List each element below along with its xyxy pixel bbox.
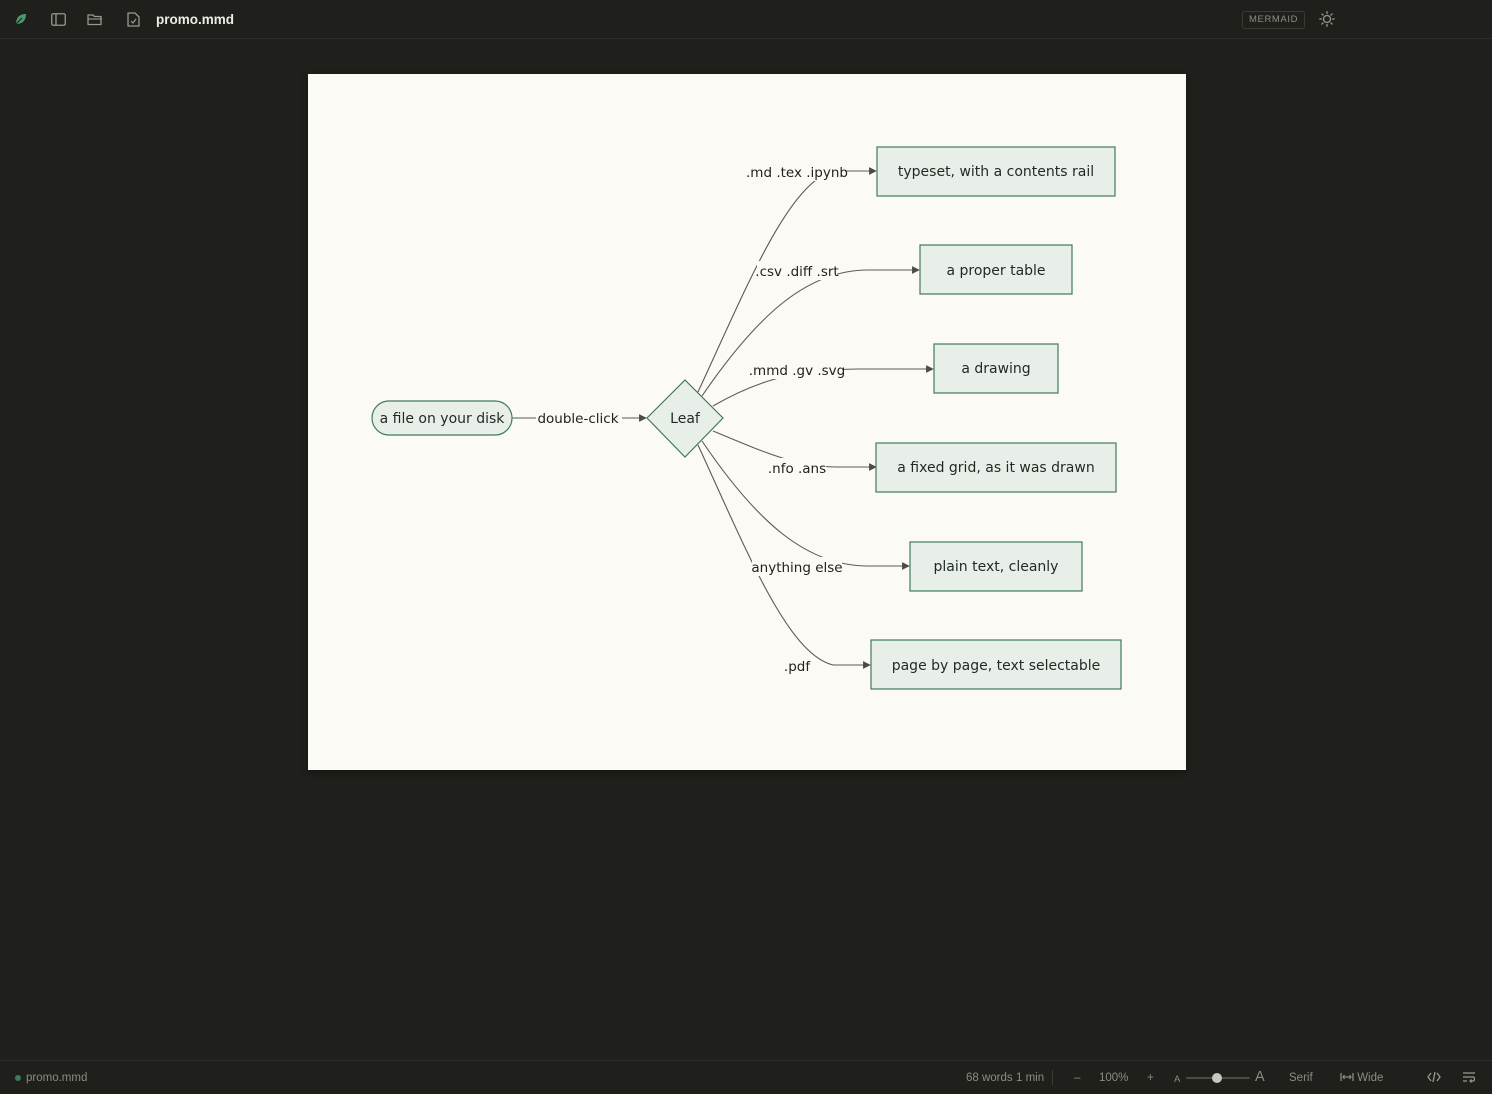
width-icon [1340, 1073, 1354, 1081]
word-count: 68 words [966, 1072, 1013, 1084]
font-size-slider-thumb[interactable] [1212, 1073, 1222, 1083]
font-size-large-label: A [1255, 1069, 1265, 1085]
branch-label-5: anything else [751, 560, 842, 576]
top-bar: promo.mmd MERMAID [0, 0, 1492, 39]
divider [1052, 1070, 1053, 1085]
target-node-4-label: a fixed grid, as it was drawn [897, 460, 1094, 476]
branch-label-2: .csv .diff .srt [755, 264, 838, 280]
target-node-3-label: a drawing [961, 361, 1030, 377]
target-node-2-label: a proper table [946, 263, 1045, 279]
reading-time: 1 min [1016, 1072, 1045, 1084]
branch-label-1: .md .tex .ipynb [746, 165, 848, 181]
sun-icon[interactable] [1319, 11, 1335, 27]
zoom-in-button[interactable]: + [1147, 1072, 1154, 1084]
diagram-page: a file on your disk double-click Leaf .m… [308, 74, 1186, 770]
width-mode-label: Wide [1357, 1072, 1384, 1084]
branch-label-4: .nfo .ans [768, 461, 826, 477]
target-node-1-label: typeset, with a contents rail [898, 164, 1094, 180]
font-family-toggle[interactable]: Serif [1289, 1072, 1313, 1084]
status-bar: promo.mmd 68 words 1 min – 100% + A A Se… [0, 1060, 1492, 1094]
folder-open-icon[interactable] [87, 11, 103, 27]
edge-branch-6 [697, 444, 871, 669]
flowchart-diagram: a file on your disk double-click Leaf .m… [371, 146, 1122, 690]
branch-label-3: .mmd .gv .svg [749, 363, 845, 379]
edge-branch-1 [697, 167, 877, 393]
start-node-label: a file on your disk [380, 411, 506, 427]
zoom-out-button[interactable]: – [1074, 1072, 1080, 1084]
format-badge[interactable]: MERMAID [1242, 11, 1306, 29]
hub-node-label: Leaf [670, 411, 701, 427]
sidebar-toggle-icon[interactable] [50, 11, 66, 27]
file-check-icon[interactable] [125, 11, 141, 27]
file-status-dot [15, 1075, 21, 1081]
status-filename: promo.mmd [26, 1072, 88, 1084]
zoom-level[interactable]: 100% [1099, 1072, 1128, 1084]
target-node-6-label: page by page, text selectable [892, 658, 1101, 674]
document-title: promo.mmd [156, 12, 235, 27]
wrap-lines-icon[interactable] [1462, 1071, 1476, 1086]
width-mode-toggle[interactable]: Wide [1340, 1072, 1383, 1084]
leaf-logo-icon[interactable] [13, 11, 29, 27]
branch-label-6: .pdf [784, 659, 811, 675]
source-code-icon[interactable] [1427, 1071, 1441, 1086]
start-edge-label: double-click [537, 411, 618, 427]
target-node-5-label: plain text, cleanly [934, 559, 1059, 575]
font-size-small-label: A [1174, 1074, 1181, 1085]
